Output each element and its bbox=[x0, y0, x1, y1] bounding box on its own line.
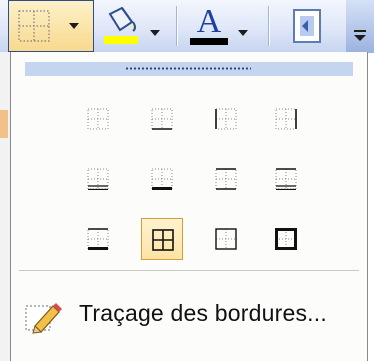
font-color-icon: A bbox=[190, 4, 228, 45]
double-bottom-border-option[interactable] bbox=[77, 158, 119, 200]
borders-grid-icon bbox=[17, 9, 51, 48]
document-icon bbox=[293, 9, 321, 43]
drag-grip-dots bbox=[125, 67, 251, 70]
top-bottom-border-icon bbox=[215, 168, 237, 190]
toolbar-separator bbox=[176, 6, 178, 46]
right-border-icon bbox=[275, 108, 297, 130]
paint-bucket-icon bbox=[104, 6, 138, 44]
draw-borders-pencil-icon bbox=[25, 303, 62, 334]
bottom-border-option[interactable] bbox=[141, 98, 183, 140]
toolbar-separator bbox=[268, 6, 270, 46]
borders-dropdown-panel: Traçage des bordures... bbox=[10, 52, 368, 361]
no-border-option[interactable] bbox=[77, 98, 119, 140]
no-border-icon bbox=[87, 108, 109, 130]
svg-text:A: A bbox=[197, 4, 222, 40]
formatting-toolbar: A bbox=[0, 0, 374, 53]
double-bottom-border-icon bbox=[87, 168, 109, 190]
sheet-edge bbox=[0, 52, 10, 361]
top-double-bottom-border-option[interactable] bbox=[265, 158, 307, 200]
all-borders-icon bbox=[152, 229, 174, 251]
font-color-dropdown-arrow-icon[interactable] bbox=[238, 30, 248, 36]
menu-separator bbox=[19, 270, 359, 271]
page-setup-button[interactable] bbox=[282, 0, 332, 52]
font-color-button[interactable]: A bbox=[182, 0, 258, 52]
borders-button[interactable] bbox=[8, 0, 94, 52]
top-double-bottom-border-icon bbox=[275, 168, 297, 190]
toolbar-options-button[interactable] bbox=[346, 0, 374, 52]
left-border-icon bbox=[215, 108, 237, 130]
outside-borders-icon bbox=[215, 228, 237, 250]
borders-dropdown-arrow-icon[interactable] bbox=[69, 23, 79, 29]
right-border-option[interactable] bbox=[265, 98, 307, 140]
thick-bottom-border-icon bbox=[151, 168, 173, 190]
drag-handle[interactable] bbox=[25, 62, 353, 76]
thick-box-border-icon bbox=[275, 228, 297, 250]
draw-borders-label: Traçage des bordures... bbox=[79, 300, 327, 326]
outside-borders-option[interactable] bbox=[205, 218, 247, 260]
fill-color-button[interactable] bbox=[100, 0, 168, 52]
draw-borders-menu-item[interactable]: Traçage des bordures... bbox=[15, 292, 363, 338]
top-bottom-border-option[interactable] bbox=[205, 158, 247, 200]
top-thick-bottom-border-icon bbox=[87, 228, 109, 250]
chevron-down-icon bbox=[354, 30, 366, 41]
thick-bottom-border-option[interactable] bbox=[141, 158, 183, 200]
sheet-cell-highlight bbox=[0, 110, 8, 138]
left-border-option[interactable] bbox=[205, 98, 247, 140]
top-thick-bottom-border-option[interactable] bbox=[77, 218, 119, 260]
fill-color-dropdown-arrow-icon[interactable] bbox=[150, 30, 160, 36]
all-borders-option[interactable] bbox=[141, 218, 183, 260]
thick-box-border-option[interactable] bbox=[265, 218, 307, 260]
bottom-border-icon bbox=[151, 108, 173, 130]
